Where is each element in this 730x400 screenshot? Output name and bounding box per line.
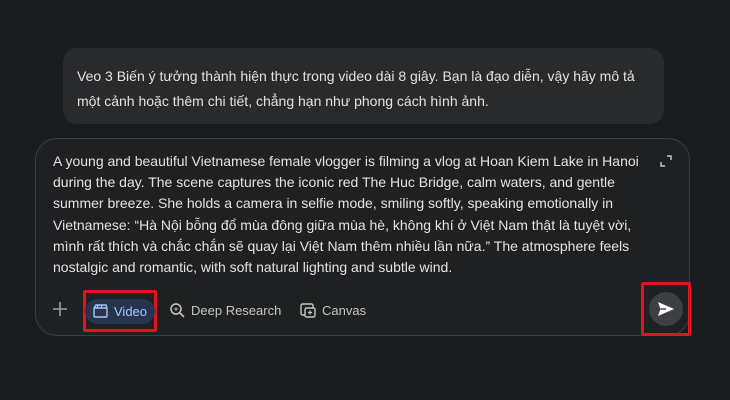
send-icon: [658, 302, 674, 316]
add-button[interactable]: [50, 299, 70, 319]
send-button[interactable]: [649, 292, 683, 326]
canvas-chip[interactable]: Canvas: [300, 299, 366, 321]
deep-research-chip[interactable]: Deep Research: [169, 299, 281, 321]
prompt-composer[interactable]: A young and beautiful Vietnamese female …: [35, 138, 691, 336]
video-tool-chip[interactable]: Video: [83, 290, 157, 332]
canvas-icon: [300, 302, 316, 318]
prompt-input[interactable]: A young and beautiful Vietnamese female …: [53, 151, 653, 278]
video-chip-inner: Video: [85, 298, 156, 324]
app-root: Veo 3 Biến ý tưởng thành hiện thực trong…: [0, 0, 730, 400]
info-text: Veo 3 Biến ý tưởng thành hiện thực trong…: [77, 68, 635, 109]
canvas-label: Canvas: [322, 302, 367, 318]
search-sparkle-icon: [170, 303, 185, 318]
plus-icon: [53, 302, 67, 316]
video-label: Video: [114, 303, 148, 319]
deep-research-label: Deep Research: [191, 302, 282, 318]
info-bubble: Veo 3 Biến ý tưởng thành hiện thực trong…: [63, 48, 664, 124]
clapperboard-icon: [93, 304, 108, 318]
send-highlight: [641, 282, 691, 336]
expand-icon[interactable]: [659, 154, 673, 168]
